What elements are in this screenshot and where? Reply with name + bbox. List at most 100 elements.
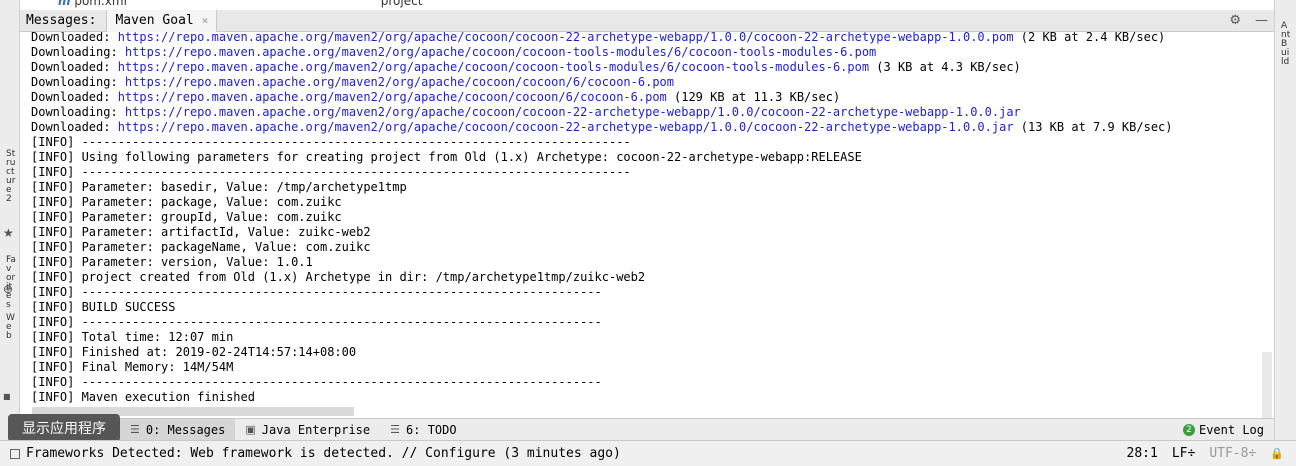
console-line-text: Downloading: xyxy=(31,105,125,119)
event-log-button[interactable]: 2 Event Log xyxy=(1182,422,1274,437)
console-line-suffix: (13 KB at 7.9 KB/sec) xyxy=(1013,120,1173,134)
console-line-text: [INFO] ---------------------------------… xyxy=(31,315,602,329)
tab-messages-label: 0: Messages xyxy=(145,422,226,437)
console-link[interactable]: https://repo.maven.apache.org/maven2/org… xyxy=(125,105,1021,119)
console-line-text: [INFO] ---------------------------------… xyxy=(31,375,602,389)
console-line-text: Downloading: xyxy=(31,75,125,89)
console-line-text: Downloaded: xyxy=(31,120,118,134)
structure-tool-button[interactable]: Structure 2 xyxy=(6,150,16,204)
java-enterprise-icon: ▣ xyxy=(245,423,256,436)
bottom-tool-tabs: ☰ 0: Messages ▣ Java Enterprise ☰ 6: TOD… xyxy=(20,418,1274,441)
console-line: Downloading: https://repo.maven.apache.o… xyxy=(31,75,1173,90)
console-line-suffix: (3 KB at 4.3 KB/sec) xyxy=(869,60,1021,74)
project-file-stub[interactable]: m pom.xml project xyxy=(58,0,422,8)
line-separator[interactable]: LF÷ xyxy=(1172,446,1195,461)
caret-position[interactable]: 28:1 xyxy=(1127,446,1158,461)
console-line: [INFO] Parameter: version, Value: 1.0.1 xyxy=(31,255,1173,270)
tab-todo[interactable]: ☰ 6: TODO xyxy=(380,419,466,441)
console-line: [INFO] BUILD SUCCESS xyxy=(31,300,1173,315)
console-line: [INFO] Parameter: groupId, Value: com.zu… xyxy=(31,210,1173,225)
close-icon[interactable]: × xyxy=(202,14,209,27)
console-line: Downloaded: https://repo.maven.apache.or… xyxy=(31,60,1173,75)
messages-icon: ☰ xyxy=(130,423,140,436)
console-line: [INFO] ---------------------------------… xyxy=(31,135,1173,150)
console-line: [INFO] Final Memory: 14M/54M xyxy=(31,360,1173,375)
event-log-label: Event Log xyxy=(1198,422,1264,437)
console-link[interactable]: https://repo.maven.apache.org/maven2/org… xyxy=(118,120,1014,134)
status-bar: Frameworks Detected: Web framework is de… xyxy=(0,440,1296,466)
star-icon: ★ xyxy=(3,226,14,240)
console-line-text: [INFO] Finished at: 2019-02-24T14:57:14+… xyxy=(31,345,357,359)
console-line-text: Downloading: xyxy=(31,45,125,59)
console-line-text: Downloaded: xyxy=(31,60,118,74)
console-link[interactable]: https://repo.maven.apache.org/maven2/org… xyxy=(125,75,674,89)
console-line-text: [INFO] Parameter: package, Value: com.zu… xyxy=(31,195,342,209)
console-line: Downloaded: https://repo.maven.apache.or… xyxy=(31,32,1173,45)
console-link[interactable]: https://repo.maven.apache.org/maven2/org… xyxy=(118,90,667,104)
console-line-text: [INFO] Final Memory: 14M/54M xyxy=(31,360,234,374)
gear-icon[interactable]: ⚙ xyxy=(1229,13,1241,28)
tab-java-enterprise-label: Java Enterprise xyxy=(261,422,371,437)
console-output[interactable]: Downloaded: https://repo.maven.apache.or… xyxy=(20,32,1260,418)
console-line: [INFO] Total time: 12:07 min xyxy=(31,330,1173,345)
ant-build-tool-button[interactable]: Ant Build xyxy=(1281,22,1291,67)
web-icon: ⊕ xyxy=(3,282,14,296)
console-line: [INFO] ---------------------------------… xyxy=(31,375,1173,390)
console-line-text: [INFO] Parameter: packageName, Value: co… xyxy=(31,240,371,254)
console-link[interactable]: https://repo.maven.apache.org/maven2/org… xyxy=(118,32,1014,44)
console-line: [INFO] ---------------------------------… xyxy=(31,285,1173,300)
console-line-text: [INFO] BUILD SUCCESS xyxy=(31,300,176,314)
console-line: [INFO] Finished at: 2019-02-24T14:57:14+… xyxy=(31,345,1173,360)
tool-window-header: Messages: Maven Goal × ⚙ — xyxy=(20,9,1274,32)
console-link[interactable]: https://repo.maven.apache.org/maven2/org… xyxy=(118,60,869,74)
console-line: [INFO] project created from Old (1.x) Ar… xyxy=(31,270,1173,285)
console-line: [INFO] Parameter: package, Value: com.zu… xyxy=(31,195,1173,210)
console-line-text: [INFO] project created from Old (1.x) Ar… xyxy=(31,270,646,284)
console-line: Downloading: https://repo.maven.apache.o… xyxy=(31,105,1173,120)
console-line-text: [INFO] ---------------------------------… xyxy=(31,285,602,299)
status-message[interactable]: Frameworks Detected: Web framework is de… xyxy=(26,446,621,461)
file-encoding[interactable]: UTF-8÷ xyxy=(1209,446,1256,461)
database-icon: ■ xyxy=(3,392,11,401)
console-line-text: [INFO] Parameter: basedir, Value: /tmp/a… xyxy=(31,180,407,194)
database-tool-button[interactable]: Web xyxy=(6,314,16,341)
console-line-text: [INFO] Using following parameters for cr… xyxy=(31,150,862,164)
console-line-text: [INFO] ---------------------------------… xyxy=(31,135,631,149)
console-line-text: [INFO] Maven execution finished xyxy=(31,390,255,404)
vertical-scrollbar[interactable] xyxy=(1262,352,1272,418)
console-line: [INFO] Parameter: artifactId, Value: zui… xyxy=(31,225,1173,240)
console-line: Downloaded: https://repo.maven.apache.or… xyxy=(31,120,1173,135)
tab-label: Maven Goal xyxy=(115,13,194,28)
tab-todo-label: 6: TODO xyxy=(406,422,457,437)
todo-icon: ☰ xyxy=(390,423,401,436)
left-tool-strip: Structure 2 ★ Favorites ⊕ Web ■ xyxy=(0,0,20,440)
messages-caption: Messages: xyxy=(26,13,97,28)
console-line-text: [INFO] Total time: 12:07 min xyxy=(31,330,234,344)
console-lines: Downloaded: https://repo.maven.apache.or… xyxy=(31,32,1173,405)
event-count-badge: 2 xyxy=(1182,423,1195,436)
console-link[interactable]: https://repo.maven.apache.org/maven2/org… xyxy=(125,45,876,59)
project-file-label: pom.xml xyxy=(74,0,127,8)
console-line: [INFO] Parameter: basedir, Value: /tmp/a… xyxy=(31,180,1173,195)
tab-maven-goal[interactable]: Maven Goal × xyxy=(106,9,218,32)
maven-file-icon: m xyxy=(58,0,71,8)
console-line: [INFO] Parameter: packageName, Value: co… xyxy=(31,240,1173,255)
console-line-text: [INFO] ---------------------------------… xyxy=(31,165,631,179)
console-line-text: Downloaded: xyxy=(31,32,118,44)
console-line: [INFO] ---------------------------------… xyxy=(31,165,1173,180)
minimize-icon[interactable]: — xyxy=(1255,13,1268,28)
console-line: Downloading: https://repo.maven.apache.o… xyxy=(31,45,1173,60)
console-line-text: [INFO] Parameter: artifactId, Value: zui… xyxy=(31,225,371,239)
console-line: [INFO] ---------------------------------… xyxy=(31,315,1173,330)
project-label: project xyxy=(380,0,423,8)
show-applications-tooltip[interactable]: 显示应用程序 xyxy=(8,414,120,442)
lock-icon[interactable]: 🔒 xyxy=(1270,447,1284,460)
right-tool-strip: Ant Build xyxy=(1274,0,1296,440)
console-line-text: Downloaded: xyxy=(31,90,118,104)
console-line: [INFO] Maven execution finished xyxy=(31,390,1173,405)
console-line: [INFO] Using following parameters for cr… xyxy=(31,150,1173,165)
tool-windows-toggle-icon[interactable] xyxy=(10,448,20,459)
tab-java-enterprise[interactable]: ▣ Java Enterprise xyxy=(235,419,380,441)
console-line-suffix: (129 KB at 11.3 KB/sec) xyxy=(666,90,841,104)
console-line: Downloaded: https://repo.maven.apache.or… xyxy=(31,90,1173,105)
